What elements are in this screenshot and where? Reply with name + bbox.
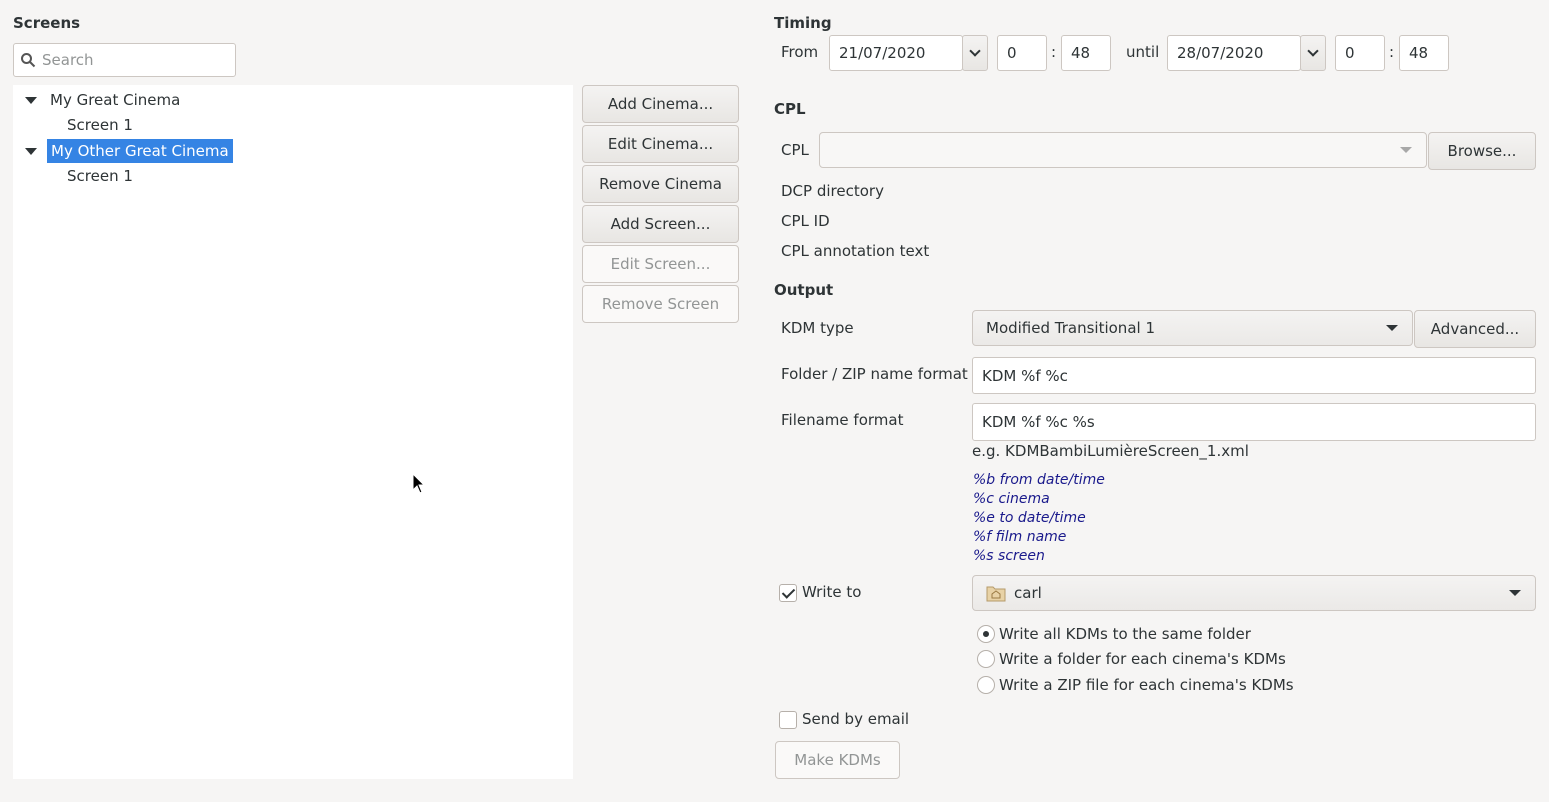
until-hour-field[interactable]: 0 — [1335, 35, 1385, 71]
radio-label[interactable]: Write all KDMs to the same folder — [999, 625, 1251, 643]
hint-line: %s screen — [973, 548, 1045, 564]
browse-button[interactable]: Browse... — [1428, 132, 1536, 170]
timing-title: Timing — [774, 14, 832, 32]
tree-row-screen[interactable]: Screen 1 — [67, 164, 133, 188]
from-date-dropdown[interactable] — [962, 35, 988, 71]
expander-down-icon[interactable] — [25, 96, 37, 104]
from-label: From — [781, 43, 819, 61]
cpl-id-label: CPL ID — [781, 212, 830, 230]
home-folder-icon — [986, 586, 1006, 602]
hint-line: %c cinema — [973, 491, 1050, 507]
cinema-name[interactable]: My Great Cinema — [50, 91, 180, 109]
until-date-field[interactable]: 28/07/2020 — [1167, 35, 1301, 71]
filename-example: e.g. KDMBambiLumièreScreen_1.xml — [972, 442, 1249, 460]
add-screen-button[interactable]: Add Screen... — [582, 205, 739, 243]
advanced-button[interactable]: Advanced... — [1414, 310, 1536, 348]
cpl-label: CPL — [781, 141, 809, 159]
cpl-title: CPL — [774, 100, 806, 118]
cinema-name-selected[interactable]: My Other Great Cinema — [47, 139, 233, 163]
dropdown-arrow-icon — [1386, 325, 1398, 331]
cinema-tree[interactable]: My Great Cinema Screen 1 My Other Great … — [13, 85, 573, 779]
remove-screen-button[interactable]: Remove Screen — [582, 285, 739, 323]
until-label: until — [1126, 43, 1160, 61]
output-title: Output — [774, 281, 834, 299]
write-to-checkbox[interactable] — [779, 584, 797, 602]
cpl-annotation-label: CPL annotation text — [781, 242, 930, 260]
radio-label[interactable]: Write a ZIP file for each cinema's KDMs — [999, 676, 1294, 694]
from-date-field[interactable]: 21/07/2020 — [829, 35, 963, 71]
radio-folder-per-cinema[interactable] — [977, 650, 995, 668]
hint-line: %e to date/time — [973, 510, 1086, 526]
write-to-folder-value: carl — [1014, 584, 1042, 602]
chevron-down-icon — [969, 45, 981, 57]
radio-zip-per-cinema[interactable] — [977, 676, 995, 694]
search-icon — [21, 53, 36, 68]
write-to-folder-dropdown[interactable]: carl — [972, 575, 1536, 611]
filename-format-field[interactable]: KDM %f %c %s — [972, 403, 1536, 441]
dropdown-arrow-icon — [1400, 147, 1412, 153]
write-to-label[interactable]: Write to — [802, 583, 861, 601]
hint-line: %b from date/time — [973, 472, 1105, 488]
edit-screen-button[interactable]: Edit Screen... — [582, 245, 739, 283]
tree-row-cinema[interactable]: My Other Great Cinema — [25, 139, 233, 163]
edit-cinema-button[interactable]: Edit Cinema... — [582, 125, 739, 163]
folder-format-field[interactable]: KDM %f %c — [972, 357, 1536, 394]
search-placeholder: Search — [42, 51, 94, 69]
radio-same-folder[interactable] — [977, 625, 995, 643]
search-input[interactable]: Search — [13, 43, 236, 77]
send-email-checkbox[interactable] — [779, 711, 797, 729]
screen-name[interactable]: Screen 1 — [67, 116, 133, 134]
kdm-type-value: Modified Transitional 1 — [986, 319, 1155, 337]
send-email-label[interactable]: Send by email — [802, 710, 909, 728]
until-colon: : — [1389, 43, 1395, 61]
tree-row-cinema[interactable]: My Great Cinema — [25, 88, 180, 112]
kdm-type-label: KDM type — [781, 319, 854, 337]
radio-label[interactable]: Write a folder for each cinema's KDMs — [999, 650, 1286, 668]
mouse-cursor-icon — [412, 473, 426, 494]
until-minute-field[interactable]: 48 — [1399, 35, 1449, 71]
screen-name[interactable]: Screen 1 — [67, 167, 133, 185]
cpl-dropdown[interactable] — [819, 132, 1427, 168]
chevron-down-icon — [1307, 45, 1319, 57]
remove-cinema-button[interactable]: Remove Cinema — [582, 165, 739, 203]
screens-title: Screens — [13, 14, 81, 32]
folder-format-label: Folder / ZIP name format — [781, 365, 968, 383]
from-minute-field[interactable]: 48 — [1061, 35, 1111, 71]
from-colon: : — [1051, 43, 1057, 61]
from-hour-field[interactable]: 0 — [997, 35, 1047, 71]
tree-row-screen[interactable]: Screen 1 — [67, 113, 133, 137]
expander-down-icon[interactable] — [25, 147, 37, 155]
add-cinema-button[interactable]: Add Cinema... — [582, 85, 739, 123]
filename-format-label: Filename format — [781, 411, 904, 429]
dcp-directory-label: DCP directory — [781, 182, 884, 200]
until-date-dropdown[interactable] — [1300, 35, 1326, 71]
kdm-type-dropdown[interactable]: Modified Transitional 1 — [972, 310, 1413, 346]
hint-line: %f film name — [973, 529, 1067, 545]
dropdown-arrow-icon — [1509, 590, 1521, 596]
make-kdms-button[interactable]: Make KDMs — [775, 741, 900, 779]
